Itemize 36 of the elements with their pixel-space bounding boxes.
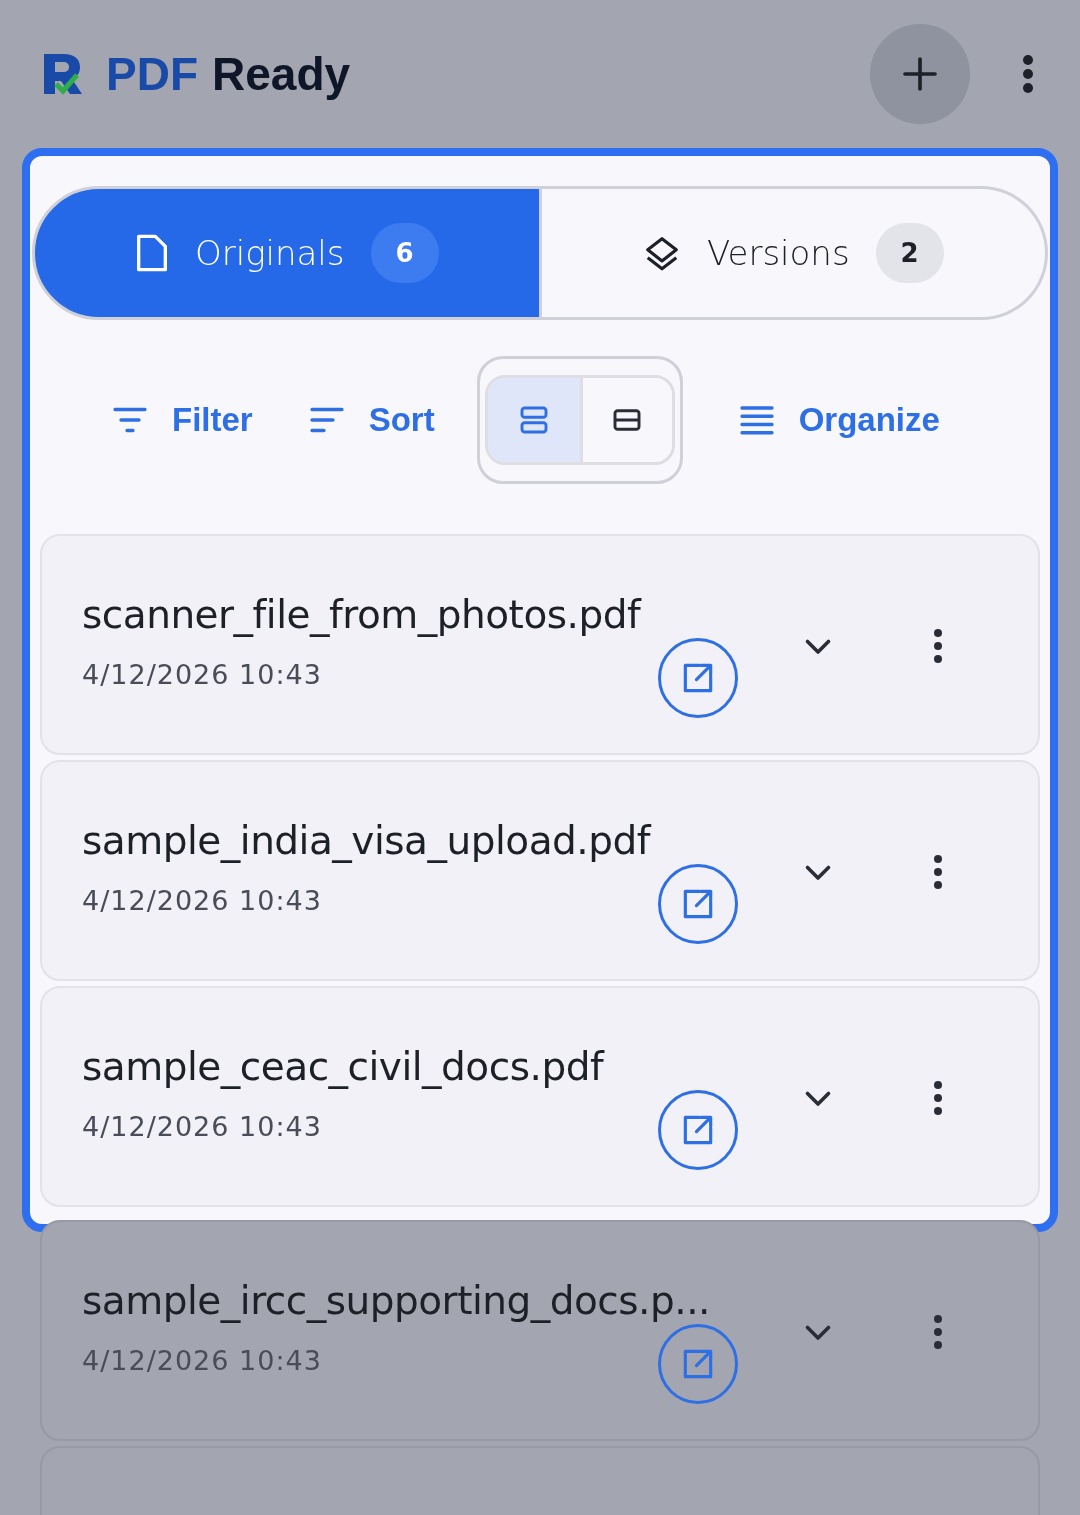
file-name: sample_ceac_civil_docs.pdf xyxy=(82,1044,604,1089)
brand-name: Ready xyxy=(212,47,351,101)
file-card[interactable]: sample_india_visa_upload.pdf 4/12/2026 10:43 xyxy=(40,760,1040,981)
filter-icon xyxy=(112,405,148,435)
file-card[interactable]: sample_ceac_civil_docs.pdf 4/12/2026 10:43 xyxy=(40,986,1040,1207)
brand-name: PDF xyxy=(106,47,198,101)
file-date: 4/12/2026 10:43 xyxy=(82,1111,322,1142)
count-badge: 6 xyxy=(370,223,439,283)
plus-icon xyxy=(900,54,940,94)
sort-icon xyxy=(308,405,345,435)
document-icon xyxy=(134,233,169,273)
app-logo-icon xyxy=(42,52,84,96)
open-external-button[interactable] xyxy=(658,1090,738,1170)
view-mode-button[interactable] xyxy=(579,378,672,462)
list-icon xyxy=(738,405,775,435)
file-name: sample_ircc_supporting_docs.p... xyxy=(82,1278,710,1323)
more-options-icon[interactable] xyxy=(1022,54,1034,94)
organize-button[interactable]: Organize xyxy=(738,401,940,439)
file-name: scanner_file_from_photos.pdf xyxy=(82,592,641,637)
more-options-icon[interactable] xyxy=(932,1314,944,1350)
more-options-icon[interactable] xyxy=(932,1080,944,1116)
tab[interactable]: Originals 6 xyxy=(32,186,542,320)
file-name: sample_india_visa_upload.pdf xyxy=(82,818,650,863)
more-options-icon[interactable] xyxy=(932,628,944,664)
open-external-button[interactable] xyxy=(658,638,738,718)
file-date: 4/12/2026 10:43 xyxy=(82,659,322,690)
file-card[interactable]: scanner_file_from_photos.pdf 4/12/2026 10:43 xyxy=(40,534,1040,755)
more-options-icon[interactable] xyxy=(932,854,944,890)
sort-button[interactable]: Sort xyxy=(308,401,435,439)
file-card[interactable]: sample_ircc_supporting_docs.p... 4/12/2026 10:43 xyxy=(40,1220,1040,1441)
file-date: 4/12/2026 10:43 xyxy=(82,1345,322,1376)
open-external-button[interactable] xyxy=(658,864,738,944)
file-date: 4/12/2026 10:43 xyxy=(82,885,322,916)
filter-button[interactable]: Filter xyxy=(112,401,253,439)
count-badge: 2 xyxy=(875,223,944,283)
tab[interactable]: Versions 2 xyxy=(541,186,1048,320)
